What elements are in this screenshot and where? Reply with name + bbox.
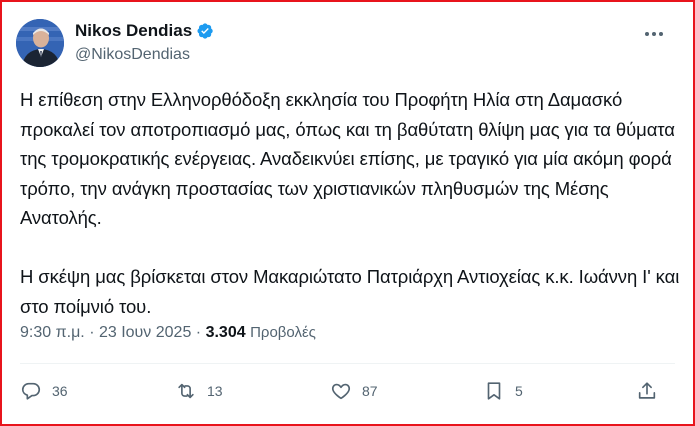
views-label: Προβολές xyxy=(250,324,316,341)
reply-count: 36 xyxy=(52,383,68,399)
like-count: 87 xyxy=(362,383,378,399)
tweet-meta: 9:30 π.μ. · 23 Ιουν 2025 · 3.304 Προβολέ… xyxy=(20,324,316,342)
divider xyxy=(20,363,675,364)
author-handle[interactable]: @NikosDendias xyxy=(75,46,190,64)
views-count: 3.304 xyxy=(205,324,246,341)
bookmark-icon xyxy=(487,382,501,400)
tweet-paragraph: Η σκέψη μας βρίσκεται στον Μακαριώτατο Π… xyxy=(20,266,680,317)
author-name-row: Nikos Dendias xyxy=(75,21,214,41)
reply-button[interactable]: 36 xyxy=(20,378,68,404)
share-icon xyxy=(638,382,656,399)
tweet-date[interactable]: 23 Ιουν 2025 xyxy=(99,324,191,341)
verified-badge-icon xyxy=(196,22,214,40)
repost-count: 13 xyxy=(207,383,223,399)
tweet-text: Η επίθεση στην Ελληνορθόδοξη εκκλησία το… xyxy=(20,85,680,321)
tweet-card: Nikos Dendias @NikosDendias Η επίθεση στ… xyxy=(0,0,695,426)
like-button[interactable]: 87 xyxy=(330,378,378,404)
meta-separator: · xyxy=(89,324,95,341)
meta-separator: · xyxy=(195,324,202,341)
avatar[interactable] xyxy=(16,19,64,67)
reply-icon xyxy=(21,382,41,400)
tweet-time[interactable]: 9:30 π.μ. xyxy=(20,324,85,341)
bookmark-count: 5 xyxy=(515,383,523,399)
like-icon xyxy=(331,383,351,400)
repost-button[interactable]: 13 xyxy=(175,378,223,404)
bookmark-button[interactable]: 5 xyxy=(483,378,523,404)
repost-icon xyxy=(178,383,194,399)
more-options-icon[interactable] xyxy=(642,24,666,44)
tweet-paragraph: Η επίθεση στην Ελληνορθόδοξη εκκλησία το… xyxy=(20,89,675,228)
author-name[interactable]: Nikos Dendias xyxy=(75,21,192,41)
share-button[interactable] xyxy=(636,378,658,404)
